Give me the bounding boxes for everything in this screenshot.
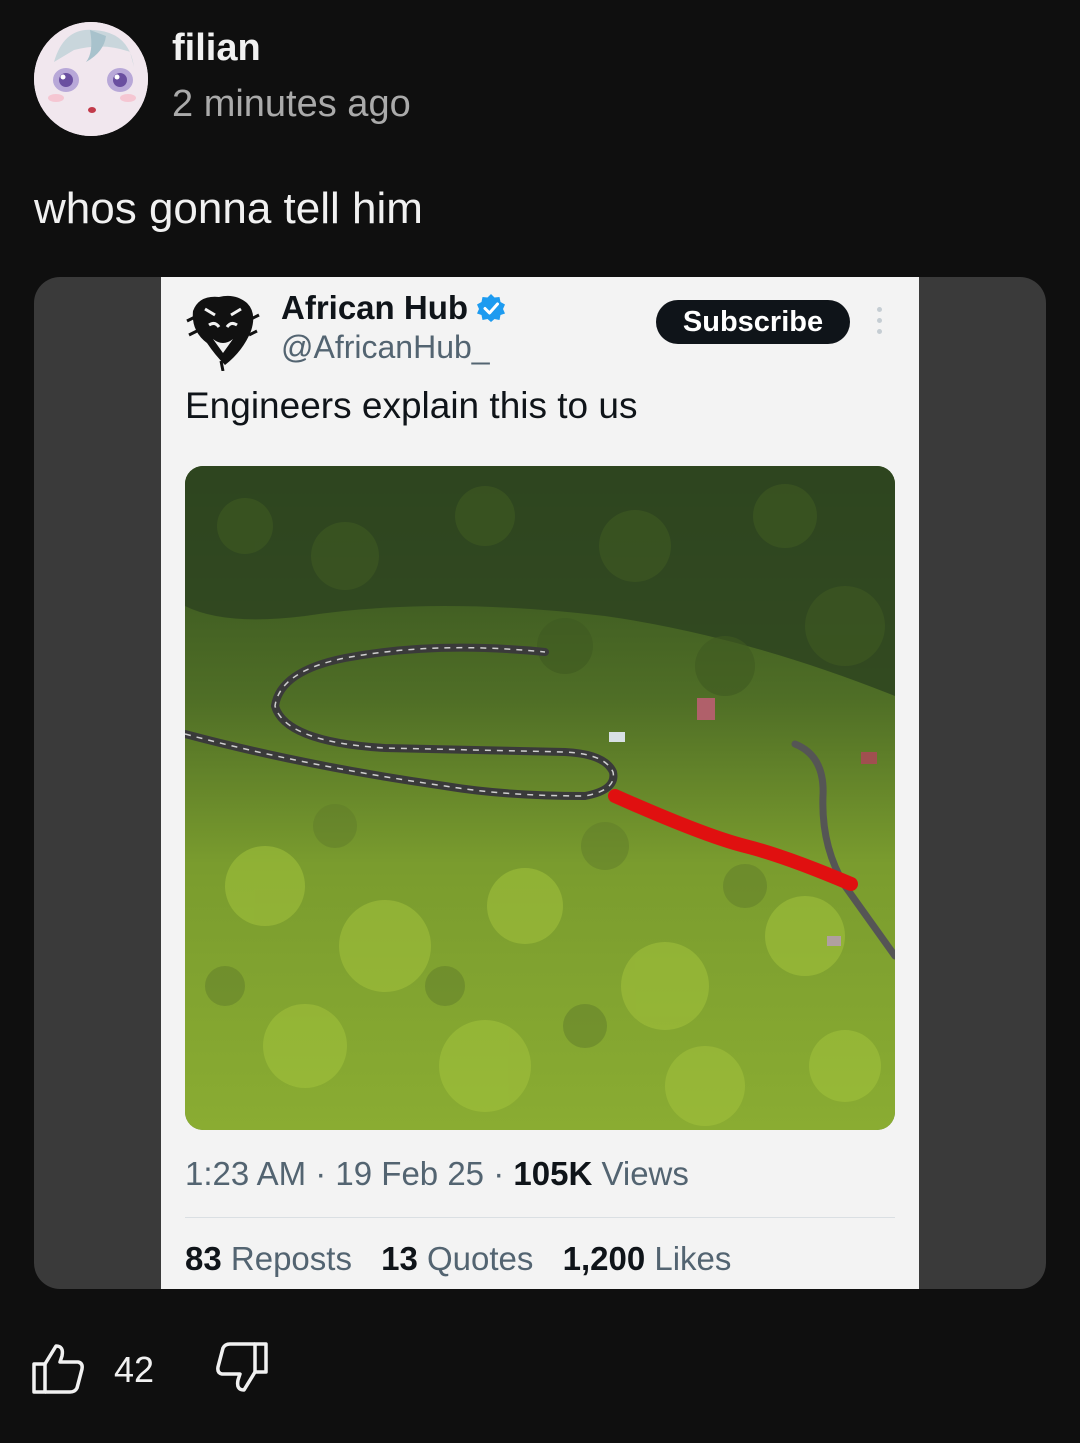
- like-button[interactable]: [30, 1340, 86, 1399]
- verified-badge-icon: [477, 294, 506, 322]
- avatar[interactable]: [34, 22, 148, 136]
- like-count: 42: [114, 1348, 155, 1390]
- separator: ·: [315, 1155, 327, 1192]
- tweet-reposts-count: 83: [185, 1240, 222, 1277]
- tweet-quotes-label: Quotes: [427, 1240, 534, 1277]
- tweet-screenshot: African Hub @AfricanHub_ Subscribe Engin…: [161, 277, 919, 1289]
- thumbs-down-icon: [216, 1342, 268, 1392]
- tweet-subscribe-button: Subscribe: [656, 300, 850, 344]
- tweet-reposts-label: Reposts: [230, 1240, 352, 1277]
- more-options-icon: [869, 307, 889, 341]
- dislike-button[interactable]: [214, 1340, 270, 1399]
- tweet-text: Engineers explain this to us: [185, 385, 638, 426]
- comment-username[interactable]: filian: [172, 23, 411, 73]
- tweet-author-handle: @AfricanHub_: [281, 329, 490, 365]
- tweet-meta: 1:23 AM · 19 Feb 25 · 105K Views: [185, 1155, 689, 1193]
- thumbs-up-icon: [32, 1344, 84, 1394]
- tweet-quotes-count: 13: [381, 1240, 418, 1277]
- tweet-views-label: Views: [601, 1155, 689, 1192]
- tweet-time: 1:23 AM: [185, 1155, 307, 1192]
- comment-header: filian 2 minutes ago: [34, 22, 411, 136]
- tweet-stats: 83 Reposts 13 Quotes 1,200 Likes: [185, 1240, 751, 1278]
- tweet-divider: [185, 1217, 895, 1218]
- comment-actions: 42: [30, 1340, 270, 1399]
- tweet-likes-label: Likes: [654, 1240, 732, 1277]
- separator: ·: [493, 1155, 505, 1192]
- tweet-author-name: African Hub: [281, 289, 469, 326]
- tweet-likes-count: 1,200: [562, 1240, 646, 1277]
- tweet-views-count: 105K: [513, 1155, 593, 1192]
- lion-logo-icon: [185, 291, 261, 372]
- comment-timestamp: 2 minutes ago: [172, 83, 411, 125]
- comment-text: whos gonna tell him: [34, 184, 423, 233]
- tweet-date: 19 Feb 25: [335, 1155, 485, 1192]
- aerial-road-photo: [185, 466, 895, 1130]
- embedded-image[interactable]: African Hub @AfricanHub_ Subscribe Engin…: [34, 277, 1046, 1289]
